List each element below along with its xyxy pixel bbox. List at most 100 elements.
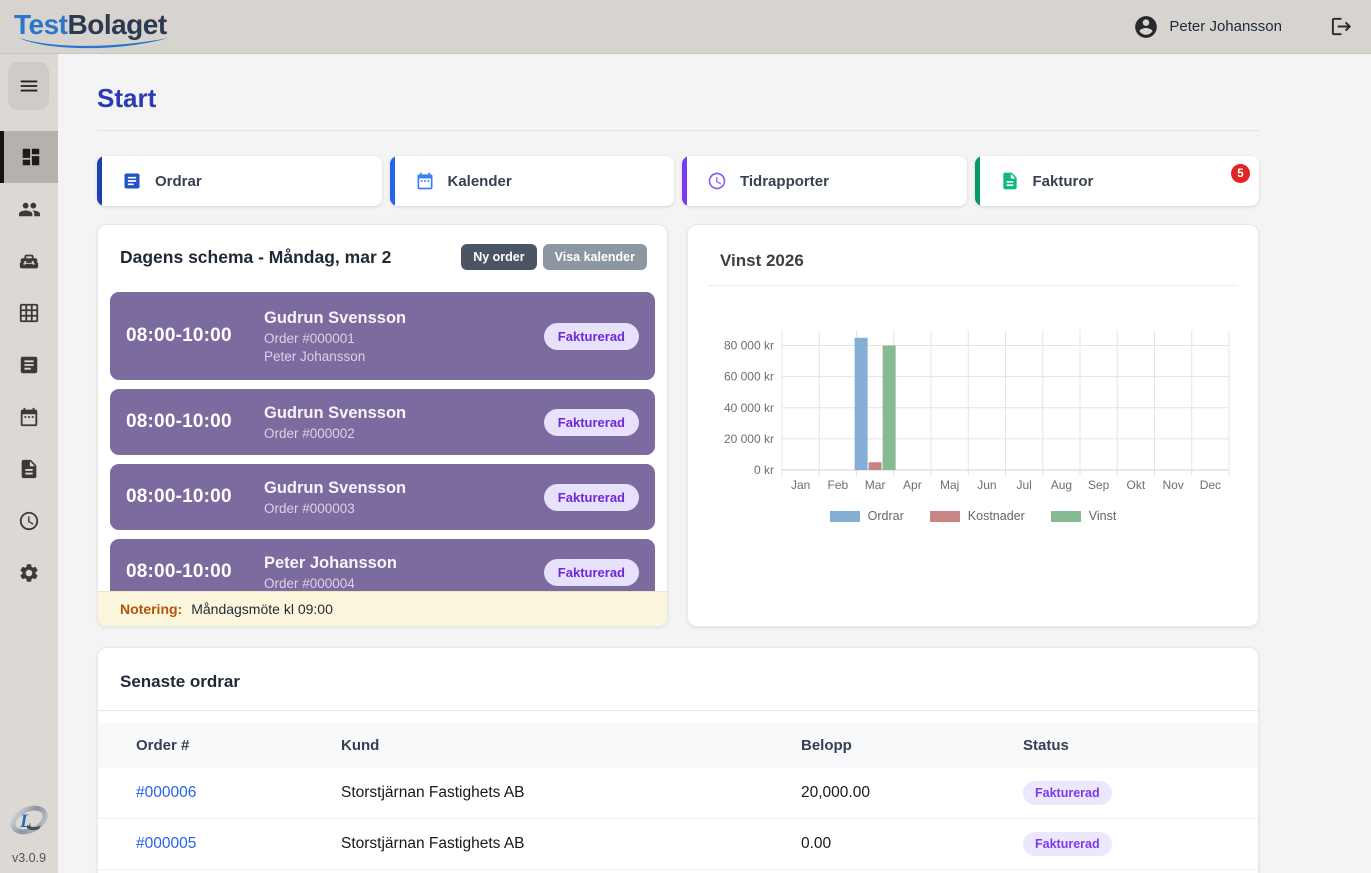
invoice-count-badge: 5 (1231, 164, 1250, 183)
status-badge: Fakturerad (544, 323, 639, 350)
legend-label: Vinst (1089, 509, 1117, 523)
status-badge: Fakturerad (1023, 781, 1112, 805)
panels-row: Dagens schema - Måndag, mar 2 Ny order V… (97, 224, 1259, 627)
file-icon (18, 458, 40, 480)
schedule-time: 08:00-10:00 (126, 486, 250, 508)
x-tick-label: Mar (865, 478, 886, 492)
page-title: Start (97, 83, 1259, 114)
quicklink-fakturor[interactable]: Fakturor 5 (975, 156, 1260, 206)
order-number-link[interactable]: #000005 (136, 835, 341, 853)
legend-swatch (930, 511, 960, 522)
profit-chart: 0 kr20 000 kr40 000 kr60 000 kr80 000 kr… (696, 320, 1252, 505)
order-number-link[interactable]: #000006 (136, 784, 341, 802)
x-tick-label: Nov (1162, 478, 1183, 492)
column-header-amount: Belopp (801, 737, 1023, 754)
sidebar-item-toolbox[interactable] (0, 235, 58, 287)
quicklink-kalender[interactable]: Kalender (390, 156, 675, 206)
quicklink-ordrar[interactable]: Ordrar (97, 156, 382, 206)
sidebar-item-customers[interactable] (0, 183, 58, 235)
top-header: TestBolaget Peter Johansson (0, 0, 1371, 54)
schedule-header: Dagens schema - Måndag, mar 2 Ny order V… (120, 243, 647, 271)
sidebar-item-documents[interactable] (0, 443, 58, 495)
hamburger-icon (18, 75, 40, 97)
sidebar-item-orders[interactable] (0, 339, 58, 391)
sidebar-nav (0, 131, 58, 599)
schedule-item[interactable]: 08:00-10:00 Gudrun Svensson Order #00000… (110, 292, 655, 380)
orders-table-header: Order # Kund Belopp Status (98, 723, 1258, 768)
legend-label: Kostnader (968, 509, 1025, 523)
status-badge: Fakturerad (1023, 832, 1112, 856)
recent-orders-title: Senaste ordrar (98, 648, 1258, 692)
invoice-icon (1000, 171, 1020, 191)
legend-item-ordrar[interactable]: Ordrar (830, 509, 904, 523)
sidebar-item-settings[interactable] (0, 547, 58, 599)
new-order-button[interactable]: Ny order (461, 244, 536, 270)
sidebar-item-calendar[interactable] (0, 391, 58, 443)
note-text: Måndagsmöte kl 09:00 (191, 601, 333, 617)
schedule-item[interactable]: 08:00-10:00 Peter Johansson Order #00000… (110, 539, 655, 591)
quicklink-label: Ordrar (155, 173, 202, 190)
legend-label: Ordrar (868, 509, 904, 523)
schedule-customer: Peter Johansson (264, 554, 397, 573)
legend-item-kostnader[interactable]: Kostnader (930, 509, 1025, 523)
sidebar-item-dashboard[interactable] (0, 131, 58, 183)
table-row: #000006 Storstjärnan Fastighets AB 20,00… (98, 768, 1258, 819)
note-label: Notering: (120, 601, 182, 617)
logo-swoosh-icon (16, 36, 176, 49)
schedule-customer: Gudrun Svensson (264, 479, 406, 498)
x-tick-label: Maj (940, 478, 959, 492)
bar-ordrar (855, 338, 868, 470)
x-tick-label: Jul (1016, 478, 1031, 492)
menu-toggle-button[interactable] (8, 62, 49, 110)
user-name: Peter Johansson (1169, 18, 1282, 35)
main-content: Start Ordrar Kalender Tidrapporter Faktu… (58, 54, 1371, 873)
title-divider (97, 130, 1259, 131)
user-area: Peter Johansson (1133, 14, 1353, 40)
schedule-time: 08:00-10:00 (126, 325, 250, 347)
schedule-list: 08:00-10:00 Gudrun Svensson Order #00000… (110, 292, 655, 591)
chart-title: Vinst 2026 (720, 251, 804, 270)
sidebar-item-time[interactable] (0, 495, 58, 547)
logout-icon (1330, 15, 1353, 38)
schedule-order: Order #000003 (264, 501, 406, 516)
quick-links-row: Ordrar Kalender Tidrapporter Fakturor 5 (97, 156, 1259, 206)
schedule-time: 08:00-10:00 (126, 561, 250, 583)
logout-button[interactable] (1330, 15, 1353, 38)
vendor-logo: L (7, 798, 51, 842)
y-tick-label: 60 000 kr (724, 370, 774, 384)
x-tick-label: Jan (791, 478, 810, 492)
calendar-icon (18, 406, 40, 428)
account-circle-icon (1133, 14, 1159, 40)
sidebar-footer: L v3.0.9 (0, 798, 58, 865)
schedule-item[interactable]: 08:00-10:00 Gudrun Svensson Order #00000… (110, 389, 655, 455)
schedule-title: Dagens schema - Måndag, mar 2 (120, 247, 391, 268)
schedule-item[interactable]: 08:00-10:00 Gudrun Svensson Order #00000… (110, 464, 655, 530)
show-calendar-button[interactable]: Visa kalender (543, 244, 647, 270)
orders-document-icon (122, 171, 142, 191)
dashboard-icon (20, 146, 42, 168)
sidebar: L v3.0.9 (0, 54, 58, 873)
legend-swatch (830, 511, 860, 522)
clock-icon (707, 171, 727, 191)
article-icon (18, 354, 40, 376)
calendar-icon (415, 171, 435, 191)
schedule-panel: Dagens schema - Måndag, mar 2 Ny order V… (97, 224, 668, 627)
x-tick-label: Okt (1127, 478, 1146, 492)
legend-item-vinst[interactable]: Vinst (1051, 509, 1117, 523)
y-tick-label: 40 000 kr (724, 401, 774, 415)
quicklink-tidrapporter[interactable]: Tidrapporter (682, 156, 967, 206)
x-tick-label: Apr (903, 478, 922, 492)
orders-divider (98, 710, 1258, 711)
toolbox-icon (18, 250, 40, 272)
schedule-customer: Gudrun Svensson (264, 404, 406, 423)
x-tick-label: Sep (1088, 478, 1110, 492)
quicklink-label: Fakturor (1033, 173, 1094, 190)
x-tick-label: Aug (1051, 478, 1072, 492)
order-amount: 0.00 (801, 835, 1023, 853)
sidebar-item-planning-grid[interactable] (0, 287, 58, 339)
schedule-order: Order #000002 (264, 426, 406, 441)
profit-chart-panel: Vinst 2026 0 kr20 000 kr40 000 kr60 000 … (687, 224, 1259, 627)
table-row: #000005 Storstjärnan Fastighets AB 0.00 … (98, 819, 1258, 870)
gear-icon (18, 562, 40, 584)
schedule-technician: Peter Johansson (264, 349, 406, 364)
